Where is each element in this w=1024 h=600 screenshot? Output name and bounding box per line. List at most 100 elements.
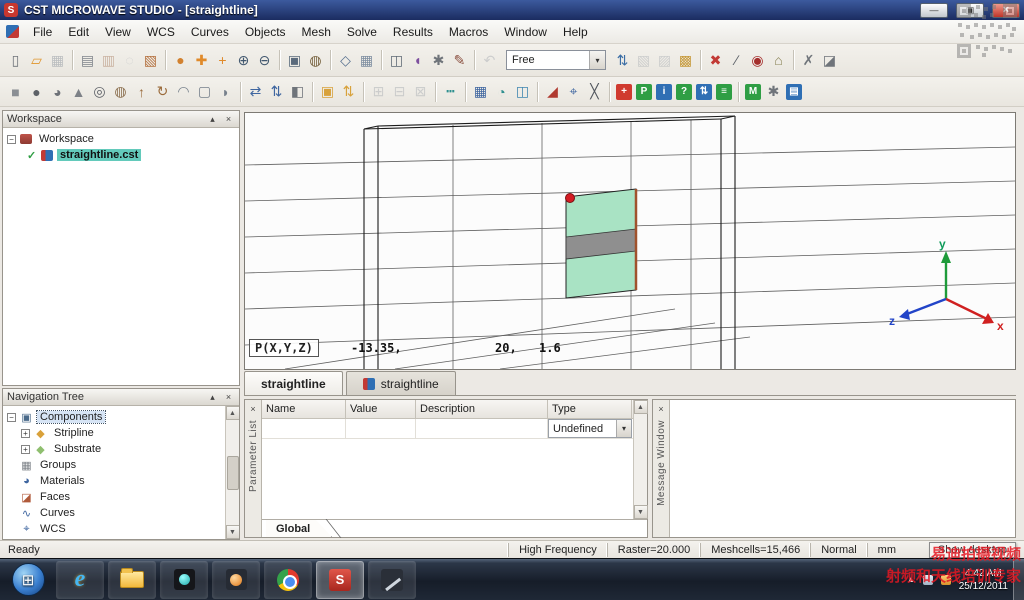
param-column-description[interactable]: Description <box>416 400 548 418</box>
param-type-dropdown[interactable]: Undefined ▾ <box>548 419 632 438</box>
group-clear-icon[interactable]: ⊠ <box>410 81 431 102</box>
menu-item-objects[interactable]: Objects <box>237 22 294 42</box>
pin-icon[interactable]: ▴ <box>206 113 219 126</box>
menu-item-edit[interactable]: Edit <box>60 22 97 42</box>
menu-item-help[interactable]: Help <box>555 22 596 42</box>
navtree-item-wcs[interactable]: ⌖WCS <box>3 521 225 537</box>
param-column-name[interactable]: Name <box>262 400 346 418</box>
magnet-icon[interactable]: ◖ <box>407 50 428 71</box>
pick-face-icon[interactable]: ◪ <box>819 50 840 71</box>
hide-solid-icon[interactable]: ◢ <box>542 81 563 102</box>
menu-item-wcs[interactable]: WCS <box>139 22 183 42</box>
param-description-cell[interactable] <box>416 419 548 438</box>
mesh-properties-icon[interactable]: ⇅ <box>612 50 633 71</box>
navtree-item-curves[interactable]: ∿Curves <box>3 505 225 521</box>
tab-straightline-schematic[interactable]: straightline <box>346 371 456 395</box>
close-icon[interactable]: × <box>655 402 668 415</box>
taskbar-item-explorer[interactable] <box>108 561 156 599</box>
list-green-icon[interactable]: ≡ <box>716 84 732 100</box>
swap-blue-icon[interactable]: ⇅ <box>696 84 712 100</box>
wireframe-icon[interactable]: ◇ <box>335 50 356 71</box>
menu-item-curves[interactable]: Curves <box>183 22 237 42</box>
taskbar-clock[interactable]: 4:42 AM 25/12/2011 <box>959 567 1008 593</box>
collapse-icon[interactable]: − <box>7 413 16 422</box>
move-tool-icon[interactable]: ✚ <box>191 50 212 71</box>
maximize-button[interactable]: ▣ <box>956 3 984 18</box>
close-icon[interactable]: × <box>222 391 235 404</box>
chevron-down-icon[interactable]: ▾ <box>616 420 631 437</box>
menu-item-results[interactable]: Results <box>385 22 441 42</box>
mesh-grid-icon[interactable]: ▦ <box>356 50 377 71</box>
navtree-item-groups[interactable]: ▦Groups <box>3 457 225 473</box>
open-file-icon[interactable]: ▱ <box>26 50 47 71</box>
history-icon[interactable]: ▧ <box>140 50 161 71</box>
tray-expand-icon[interactable]: ▲ <box>907 575 915 584</box>
param-value-cell[interactable] <box>346 419 416 438</box>
taskbar-item-internet-explorer[interactable]: e <box>56 561 104 599</box>
sphere-tool-icon[interactable]: ● <box>170 50 191 71</box>
taskbar-item-cst[interactable]: S <box>316 561 364 599</box>
close-button[interactable]: × <box>992 3 1020 18</box>
ball-shape-icon[interactable]: ◕ <box>47 81 68 102</box>
print-icon[interactable]: ▤ <box>77 50 98 71</box>
close-icon[interactable]: × <box>222 113 235 126</box>
save-icon[interactable]: ▦ <box>47 50 68 71</box>
info-blue-icon[interactable]: i <box>656 84 672 100</box>
gear-icon[interactable]: ✱ <box>428 50 449 71</box>
macro-green-icon[interactable]: M <box>745 84 761 100</box>
checker-icon[interactable]: ▦ <box>470 81 491 102</box>
scroll-down-icon[interactable]: ▼ <box>226 525 240 539</box>
network-icon[interactable] <box>923 575 933 585</box>
layer-stack-icon[interactable]: ◫ <box>512 81 533 102</box>
new-file-icon[interactable]: ▯ <box>5 50 26 71</box>
loft-icon[interactable]: ◠ <box>173 81 194 102</box>
expand-icon[interactable]: + <box>21 445 30 454</box>
wcs-axes-icon[interactable]: ⌖ <box>563 81 584 102</box>
menu-item-window[interactable]: Window <box>496 22 555 42</box>
navtree-item-stripline[interactable]: +◆Stripline <box>3 425 225 441</box>
group-remove-icon[interactable]: ⊟ <box>389 81 410 102</box>
volume-icon[interactable] <box>941 575 951 585</box>
menu-item-solve[interactable]: Solve <box>339 22 385 42</box>
record-icon[interactable]: ◉ <box>747 50 768 71</box>
message-window-content[interactable] <box>670 400 1015 537</box>
menu-item-mesh[interactable]: Mesh <box>294 22 339 42</box>
query-green-icon[interactable]: ? <box>676 84 692 100</box>
minimize-button[interactable]: — <box>920 3 948 18</box>
menu-item-view[interactable]: View <box>97 22 139 42</box>
taskbar-item-chrome[interactable] <box>264 561 312 599</box>
menu-item-macros[interactable]: Macros <box>441 22 496 42</box>
camera-icon[interactable]: ⌂ <box>768 50 789 71</box>
cube-view-icon[interactable]: ◫ <box>386 50 407 71</box>
settings-gray-icon[interactable]: ✱ <box>763 81 784 102</box>
pick-center-icon[interactable]: + <box>212 50 233 71</box>
3d-viewport[interactable]: y x z P(X,Y,Z) -13.35, 20, 1.6 <box>244 112 1016 370</box>
pick-edge-icon[interactable]: ✗ <box>798 50 819 71</box>
start-button[interactable]: ⊞ <box>4 561 52 599</box>
cutplane-icon[interactable]: ╳ <box>584 81 605 102</box>
pin-icon[interactable]: ▴ <box>206 391 219 404</box>
pencil-icon[interactable]: ✎ <box>449 50 470 71</box>
package-icon[interactable]: ▩ <box>675 50 696 71</box>
mode-dropdown[interactable]: Free ▾ <box>506 50 606 70</box>
shell-icon[interactable]: ▢ <box>194 81 215 102</box>
parameter-table[interactable]: NameValueDescriptionType Undefined ▾ <box>262 400 633 519</box>
scroll-up-icon[interactable]: ▲ <box>226 406 240 420</box>
menu-item-file[interactable]: File <box>25 22 60 42</box>
parameter-scrollbar[interactable]: ▲ ▼ <box>633 400 647 519</box>
render-globe-icon[interactable]: ◍ <box>305 50 326 71</box>
material-library-icon[interactable]: ▣ <box>317 81 338 102</box>
boolean-icon[interactable]: ◧ <box>287 81 308 102</box>
tab-straightline-active[interactable]: straightline <box>244 371 343 395</box>
navtree-item-materials[interactable]: ◕Materials <box>3 473 225 489</box>
port-add-icon[interactable]: + <box>616 84 632 100</box>
navtree-item-faces[interactable]: ◪Faces <box>3 489 225 505</box>
help-blue-icon[interactable]: ▤ <box>786 84 802 100</box>
world-icon[interactable]: ◔ <box>491 81 512 102</box>
parameter-green-icon[interactable]: P <box>636 84 652 100</box>
cone-shape-icon[interactable]: ▲ <box>68 81 89 102</box>
taskbar-item-app[interactable] <box>212 561 260 599</box>
navtree-item-components[interactable]: −▣Components <box>3 409 225 425</box>
torus-shape-icon[interactable]: ◎ <box>89 81 110 102</box>
chevron-down-icon[interactable]: ▾ <box>589 51 605 69</box>
